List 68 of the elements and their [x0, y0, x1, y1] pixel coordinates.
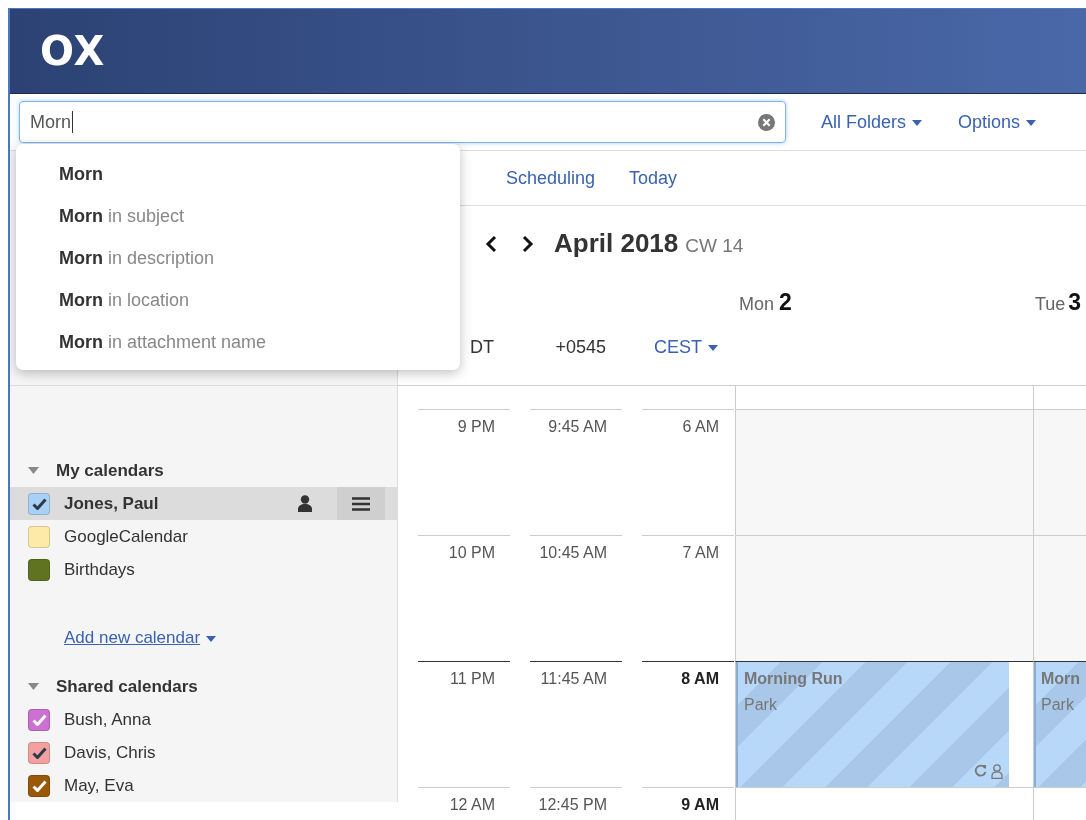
time-label: 8 AM [642, 661, 734, 787]
time-label: 6 AM [642, 409, 734, 535]
menu-icon[interactable] [352, 496, 370, 511]
caret-down-icon[interactable] [28, 683, 39, 690]
event-title: Morning Run [744, 670, 844, 688]
calendar-name[interactable]: Jones, Paul [64, 493, 298, 514]
menu-button[interactable] [337, 487, 385, 520]
calendar-name[interactable]: May, Eva [64, 775, 397, 796]
search-suggestion[interactable]: Morn in attachment name [16, 321, 460, 363]
calendar-name[interactable]: Davis, Chris [64, 742, 397, 763]
calendar-checkbox[interactable] [28, 525, 50, 548]
options-dropdown[interactable]: Options [958, 111, 1037, 133]
date-number: 3 [1068, 288, 1082, 316]
caret-down-icon[interactable] [28, 467, 39, 474]
time-label: 10 PM [418, 535, 510, 661]
weekday-label: Mon [739, 293, 774, 315]
clear-icon[interactable] [758, 113, 775, 131]
calendar-name[interactable]: GoogleCalendar [64, 526, 397, 547]
event-location: Park [744, 696, 778, 714]
time-label: 11 PM [418, 661, 510, 787]
chevron-right-icon[interactable] [521, 234, 534, 253]
time-label: 10:45 AM [530, 535, 622, 661]
search-suggestion[interactable]: Morn in description [16, 237, 460, 279]
section-title: Shared calendars [56, 676, 198, 697]
chevron-left-icon[interactable] [484, 234, 497, 253]
caret-icon [1026, 119, 1037, 126]
event-title: Morn [1041, 670, 1082, 688]
calendar-checkbox[interactable] [28, 708, 50, 731]
calendar-checkbox[interactable] [28, 774, 50, 797]
time-label: 9 AM [642, 787, 734, 820]
calendar-name[interactable]: Birthdays [64, 559, 397, 580]
timezone-dropdown[interactable]: CEST [642, 336, 734, 358]
search-suggestion[interactable]: Morn in subject [16, 195, 460, 237]
caret-icon [912, 119, 923, 126]
toolbar-link[interactable]: Today [629, 167, 678, 189]
calendar-row[interactable]: Jones, Paul [10, 487, 397, 520]
month-title: April 2018 [554, 228, 679, 259]
calendar-checkbox[interactable] [28, 558, 50, 581]
caret-icon [708, 344, 718, 351]
logo: OX [40, 28, 106, 74]
time-label: 9:45 AM [530, 409, 622, 535]
add-calendar-link[interactable]: Add new calendar [64, 628, 217, 648]
time-label: 9 PM [418, 409, 510, 535]
time-slot-cell[interactable] [1033, 409, 1086, 535]
all-folders-dropdown[interactable]: All Folders [821, 111, 923, 133]
event-location: Park [1041, 696, 1075, 714]
time-slot-cell[interactable] [735, 409, 1033, 535]
time-slot-cell[interactable] [1033, 535, 1086, 661]
time-slot-cell[interactable] [735, 535, 1033, 661]
calendar-checkbox[interactable] [28, 741, 50, 764]
caret-icon [206, 635, 217, 642]
timezone-label: DT [469, 336, 495, 358]
section-title: My calendars [56, 460, 164, 481]
time-label: 7 AM [642, 535, 734, 661]
time-label: 11:45 AM [530, 661, 622, 787]
date-number: 2 [779, 288, 792, 316]
weekday-label: Tue [1035, 293, 1066, 315]
toolbar-link[interactable]: Scheduling [506, 167, 596, 189]
calendar-week: CW 14 [685, 235, 744, 257]
calendar-checkbox[interactable] [28, 492, 50, 515]
search-suggestion[interactable]: Morn [16, 153, 460, 195]
person-icon [298, 495, 312, 512]
calendar-name[interactable]: Bush, Anna [64, 709, 397, 730]
time-label: 12 AM [418, 787, 510, 820]
search-field[interactable]: Morn [19, 101, 786, 143]
time-label: 12:45 PM [530, 787, 622, 820]
search-suggestion[interactable]: Morn in location [16, 279, 460, 321]
timezone-label: +0545 [554, 336, 607, 358]
